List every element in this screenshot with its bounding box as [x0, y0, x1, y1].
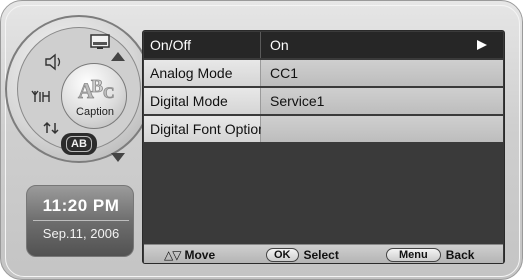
dial-item-channel[interactable] — [29, 85, 55, 107]
help-move: △▽ Move — [164, 247, 215, 263]
clock-panel: 11:20 PM Sep.11, 2006 — [26, 185, 134, 257]
clock-divider — [33, 220, 129, 221]
abc-icon: A B C — [78, 76, 115, 104]
antenna-icon — [31, 90, 50, 102]
up-down-arrows-icon: △▽ — [164, 248, 181, 262]
help-back: Menu Back — [386, 247, 474, 263]
help-bar: △▽ Move OK Select Menu Back — [144, 244, 503, 263]
osd-frame: AB A B C Caption 11:20 PM Sep.11, 2006 O… — [0, 0, 523, 280]
move-label: Move — [184, 248, 216, 262]
dial-item-ab[interactable]: AB — [61, 133, 97, 155]
ok-key[interactable]: OK — [266, 248, 299, 262]
svg-text:B: B — [91, 76, 103, 96]
arrow-right-icon[interactable] — [477, 40, 487, 50]
menu-row-value: CC1 — [261, 60, 503, 86]
menu-row-digital-font-option[interactable]: Digital Font Option — [144, 116, 503, 142]
menu-row-value: Service1 — [261, 88, 503, 114]
menu-row-value: On — [270, 37, 289, 53]
menu-row-digital-mode[interactable]: Digital Mode Service1 — [144, 88, 503, 114]
menu-key[interactable]: Menu — [386, 248, 441, 262]
select-label: Select — [303, 248, 339, 262]
caption-center-button[interactable]: A B C Caption — [61, 63, 127, 129]
menu-dial: AB A B C Caption — [5, 15, 155, 165]
screen-icon — [90, 34, 110, 49]
back-label: Back — [445, 248, 475, 262]
caption-menu-panel: On/Off On Analog Mode CC1 Digital Mode S… — [142, 30, 505, 264]
menu-row-label: On/Off — [144, 32, 261, 58]
menu-row-value — [261, 116, 503, 142]
chevron-up-icon[interactable] — [111, 52, 125, 61]
speaker-icon — [45, 53, 61, 71]
menu-row-label: Analog Mode — [144, 60, 261, 86]
chevron-down-icon[interactable] — [111, 153, 125, 162]
dial-item-input[interactable] — [39, 117, 65, 139]
menu-row-label: Digital Font Option — [144, 116, 266, 142]
menu-row-on-off[interactable]: On/Off On — [144, 32, 503, 58]
ab-label: AB — [66, 136, 92, 152]
clock-date: Sep.11, 2006 — [42, 226, 120, 241]
input-icon — [43, 121, 59, 135]
dial-item-screen[interactable] — [87, 31, 113, 53]
svg-text:C: C — [103, 85, 115, 102]
dial-item-audio[interactable] — [41, 51, 67, 73]
menu-row-analog-mode[interactable]: Analog Mode CC1 — [144, 60, 503, 86]
caption-label: Caption — [76, 106, 114, 118]
menu-row-label: Digital Mode — [144, 88, 261, 114]
help-select: OK Select — [266, 247, 339, 263]
clock-time: 11:20 PM — [42, 196, 120, 215]
